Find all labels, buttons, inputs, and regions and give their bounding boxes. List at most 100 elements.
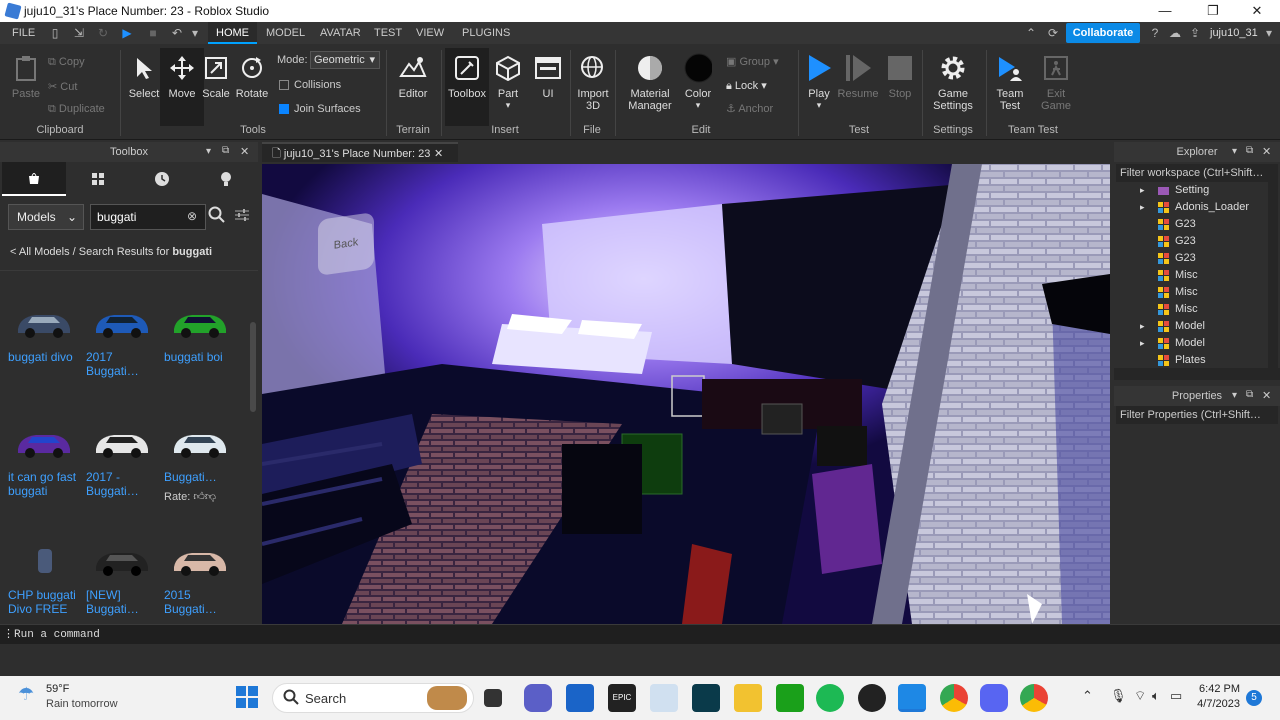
expand-arrow-icon[interactable]: ▸: [1140, 335, 1145, 352]
close-button[interactable]: ✕: [1234, 0, 1280, 22]
obs-icon[interactable]: [858, 684, 886, 712]
toolbox-button[interactable]: Toolbox: [445, 48, 489, 126]
panel-close-icon[interactable]: ✕: [1262, 389, 1271, 402]
model-item-label[interactable]: 2015 Buggati…: [164, 588, 236, 616]
tree-row[interactable]: G23: [1114, 216, 1266, 233]
toolbox-search-input[interactable]: buggati ⊗: [90, 204, 206, 230]
terrain-editor-button[interactable]: Editor: [391, 54, 435, 100]
tree-row[interactable]: ▸ Adonis_Loader: [1114, 199, 1266, 216]
notification-count-badge[interactable]: 5: [1246, 690, 1262, 706]
model-item[interactable]: 2017 Buggati…: [86, 294, 158, 378]
model-item-label[interactable]: buggati boi: [164, 350, 236, 364]
search-icon[interactable]: [208, 206, 226, 227]
toolbox-scrollbar[interactable]: [250, 322, 256, 412]
clock-time[interactable]: 6:42 PM: [1196, 683, 1240, 695]
expand-arrow-icon[interactable]: ▸: [1140, 182, 1145, 199]
model-item-label[interactable]: buggati divo: [8, 350, 80, 364]
tree-row[interactable]: Misc: [1114, 267, 1266, 284]
notifications-icon[interactable]: ⟳: [1046, 26, 1060, 40]
expand-arrow-icon[interactable]: ▸: [1140, 199, 1145, 216]
tray-chevron-up-icon[interactable]: ⌃: [1082, 688, 1093, 704]
clear-search-icon[interactable]: ⊗: [187, 209, 197, 223]
tree-row[interactable]: ▸ Model: [1114, 318, 1266, 335]
model-item-label[interactable]: 2017 Buggati…: [86, 350, 158, 378]
tab-avatar[interactable]: AVATAR: [312, 22, 369, 44]
chrome-icon[interactable]: [940, 684, 968, 712]
minecraft-icon[interactable]: [776, 684, 804, 712]
new-file-icon[interactable]: ▯: [48, 26, 62, 40]
model-item-label[interactable]: CHP buggati Divo FREE: [8, 588, 80, 616]
weather-temp[interactable]: 59°F: [46, 683, 69, 695]
thumbs-down-icon[interactable]: 👎︎: [205, 491, 216, 503]
panel-chevron-down-icon[interactable]: ▾: [1232, 146, 1237, 157]
team-test-button[interactable]: Team Test: [988, 54, 1032, 112]
tab-creations[interactable]: [194, 162, 258, 196]
microsoft-store-icon[interactable]: [566, 684, 594, 712]
username-label[interactable]: juju10_31: [1210, 27, 1258, 39]
taskbar-search-box[interactable]: Search: [272, 683, 474, 713]
collaborate-button[interactable]: Collaborate: [1066, 23, 1140, 43]
thumbs-up-icon[interactable]: 👍︎: [193, 491, 205, 503]
weather-rain-icon[interactable]: ☂: [18, 684, 34, 705]
part-button[interactable]: Part ▾: [486, 54, 530, 111]
tab-marketplace[interactable]: [2, 162, 66, 196]
file-menu[interactable]: FILE: [4, 22, 43, 44]
document-tab[interactable]: 🗋︎ juju10_31's Place Number: 23 ✕: [262, 142, 458, 162]
panel-popout-icon[interactable]: ⧉: [222, 145, 229, 156]
model-item-label[interactable]: 2017 - Buggati…: [86, 470, 158, 498]
tab-test[interactable]: TEST: [366, 22, 410, 44]
panel-close-icon[interactable]: ✕: [1262, 145, 1271, 158]
spotify-icon[interactable]: [816, 684, 844, 712]
wifi-icon[interactable]: ⌔: [1134, 688, 1146, 704]
explorer-scrollbar[interactable]: [1268, 182, 1278, 368]
tree-row[interactable]: G23: [1114, 233, 1266, 250]
roblox-studio-taskbar-icon[interactable]: [898, 684, 926, 712]
part-dropdown-icon[interactable]: ▾: [486, 100, 530, 111]
help-icon[interactable]: ?: [1148, 26, 1162, 40]
tree-row[interactable]: Plates: [1114, 352, 1266, 369]
panel-chevron-down-icon[interactable]: ▾: [1232, 390, 1237, 401]
cloud-icon[interactable]: ☁: [1168, 26, 1182, 40]
model-item[interactable]: buggati divo: [8, 294, 80, 364]
tab-plugins[interactable]: PLUGINS: [454, 22, 518, 44]
import-3d-button[interactable]: Import 3D: [571, 54, 615, 112]
breadcrumb-prefix[interactable]: < All Models / Search Results for: [10, 246, 172, 258]
model-item[interactable]: Buggati… Rate: 👍︎👎︎: [164, 414, 236, 503]
maximize-button[interactable]: ❐: [1190, 0, 1236, 22]
play-button[interactable]: Play ▾: [797, 54, 841, 111]
model-item[interactable]: buggati boi: [164, 294, 236, 364]
model-item-label[interactable]: [NEW] Buggati…: [86, 588, 158, 616]
game-settings-button[interactable]: Game Settings: [928, 54, 978, 112]
model-item[interactable]: it can go fast buggati: [8, 414, 80, 498]
panel-close-icon[interactable]: ✕: [240, 145, 249, 158]
weather-desc[interactable]: Rain tomorrow: [46, 698, 118, 710]
model-item[interactable]: 2015 Buggati…: [164, 532, 236, 616]
ui-button[interactable]: UI: [526, 54, 570, 100]
breadcrumb[interactable]: < All Models / Search Results for buggat…: [10, 246, 212, 258]
battery-icon[interactable]: ▭: [1170, 688, 1182, 704]
filter-sliders-icon[interactable]: [234, 208, 250, 225]
model-item-label[interactable]: it can go fast buggati: [8, 470, 80, 498]
microphone-icon[interactable]: 🎙︎: [1110, 688, 1127, 704]
tree-row[interactable]: ▸ Setting: [1114, 182, 1266, 199]
tree-row[interactable]: G23: [1114, 250, 1266, 267]
3d-viewport[interactable]: Back: [262, 164, 1110, 624]
command-bar-input[interactable]: ⋮ Run a command: [0, 624, 1280, 644]
material-manager-button[interactable]: Material Manager: [624, 54, 676, 112]
volume-icon[interactable]: 🔈︎: [1152, 688, 1160, 704]
chrome-profile-icon[interactable]: [1020, 684, 1048, 712]
model-item[interactable]: [NEW] Buggati…: [86, 532, 158, 616]
undo-icon[interactable]: ↶: [170, 26, 184, 40]
tab-view[interactable]: VIEW: [408, 22, 452, 44]
photos-icon[interactable]: [650, 684, 678, 712]
tab-model[interactable]: MODEL: [258, 22, 313, 44]
minimize-button[interactable]: —: [1142, 0, 1188, 22]
category-dropdown[interactable]: Models ⌄: [8, 204, 84, 230]
properties-filter-input[interactable]: Filter Properties (Ctrl+Shift…: [1116, 406, 1278, 424]
task-view-icon[interactable]: [484, 689, 502, 707]
color-dropdown-icon[interactable]: ▾: [676, 100, 720, 111]
join-surfaces-checkbox[interactable]: Join Surfaces: [279, 103, 361, 115]
panel-popout-icon[interactable]: ⧉: [1246, 389, 1253, 400]
collisions-checkbox[interactable]: Collisions: [279, 79, 341, 91]
epic-games-icon[interactable]: EPIC: [608, 684, 636, 712]
